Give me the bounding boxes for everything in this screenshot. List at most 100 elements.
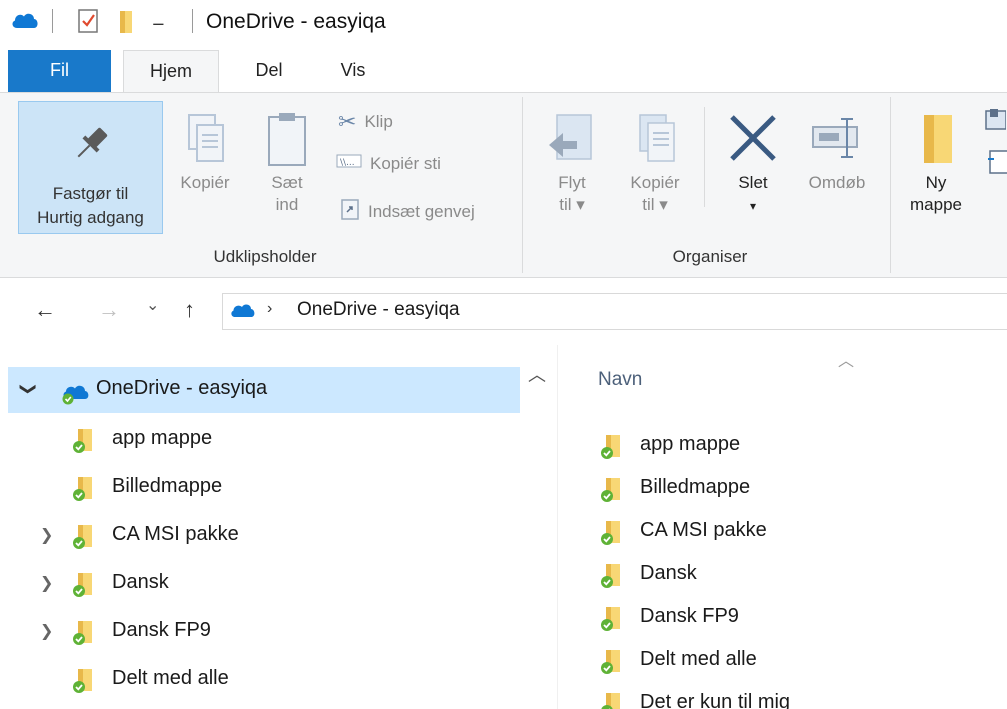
easy-access-icon[interactable] (986, 149, 1007, 180)
move-to-button[interactable]: Flyt til ▾ (540, 111, 604, 217)
nav-item-label: Dansk FP9 (112, 619, 211, 641)
nav-item-label: app mappe (112, 427, 213, 449)
expand-chevron-icon[interactable]: ❯ (19, 382, 39, 395)
navigation-pane-scrollbar[interactable]: ︿ (520, 345, 558, 709)
paste-label-line2: ind (275, 195, 299, 214)
nav-root-label: OneDrive - easyiqa (96, 377, 268, 399)
delete-label-line1: Slet (738, 173, 768, 192)
group-divider (704, 107, 705, 207)
paste-shortcut-button[interactable]: Indsæt genvej (340, 197, 475, 226)
copy-icon (172, 111, 238, 169)
copy-button[interactable]: Kopiér (172, 111, 238, 193)
synced-folder-icon (598, 562, 626, 590)
file-name: Dansk FP9 (640, 605, 739, 627)
sort-ascending-icon: ︿ (838, 353, 855, 370)
title-bar: ⚊ OneDrive - easyiqa (0, 0, 1007, 50)
onedrive-sync-cloud-icon (58, 381, 94, 405)
file-list: ︿ Navn app mappe Billedmappe CA MSI pakk… (558, 345, 1007, 709)
pin-to-quick-access-button[interactable]: Fastgør til Hurtig adgang (18, 101, 163, 234)
synced-folder-icon (598, 433, 626, 461)
list-item[interactable]: Det er kun til mig (558, 683, 1007, 709)
new-folder-button[interactable]: Ny mappe (898, 111, 974, 217)
scroll-up-arrow-icon[interactable]: ︿ (528, 361, 546, 387)
copy-to-label-line2: til ▾ (642, 195, 668, 214)
properties-icon[interactable] (78, 9, 98, 33)
new-folder-icon (898, 111, 974, 169)
onedrive-cloud-icon (10, 10, 40, 30)
paste-button[interactable]: Sæt ind (258, 111, 316, 217)
pin-label-line2: Hurtig adgang (37, 208, 144, 227)
list-item[interactable]: Delt med alle (558, 640, 1007, 683)
new-folder-quick-icon[interactable] (118, 9, 134, 35)
synced-folder-icon (598, 648, 626, 676)
paste-label-line1: Sæt (271, 173, 303, 192)
nav-item-billedmappe[interactable]: Billedmappe (0, 465, 520, 513)
nav-item-onedrive-root[interactable]: ❯ OneDrive - easyiqa (8, 367, 520, 413)
cut-label: Klip (364, 112, 393, 131)
copy-path-button[interactable]: \\... Kopiér sti (336, 153, 441, 174)
list-item[interactable]: app mappe (558, 425, 1007, 468)
nav-item-delt-med-alle[interactable]: Delt med alle (0, 657, 520, 705)
nav-item-label: CA MSI pakke (112, 523, 239, 545)
tab-vis[interactable]: Vis (330, 50, 376, 92)
copy-path-label: Kopiér sti (370, 153, 441, 173)
group-label-clipboard: Udklipsholder (213, 247, 317, 266)
pin-icon (69, 122, 113, 171)
paste-shortcut-label: Indsæt genvej (368, 201, 475, 221)
copy-to-icon (618, 111, 692, 169)
file-name: Det er kun til mig (640, 691, 791, 709)
expand-chevron-icon[interactable]: ❯ (40, 525, 53, 545)
file-name: app mappe (640, 433, 741, 455)
address-box[interactable]: › OneDrive - easyiqa (222, 293, 1007, 330)
navigation-pane: ❯ OneDrive - easyiqa app mappe Billedmap… (0, 345, 520, 709)
copy-to-button[interactable]: Kopiér til ▾ (618, 111, 692, 217)
list-item[interactable]: Billedmappe (558, 468, 1007, 511)
breadcrumb-separator-icon[interactable]: › (267, 300, 272, 318)
delete-label-line2: ▾ (749, 199, 757, 213)
column-header-name[interactable]: Navn (598, 369, 642, 391)
expand-chevron-icon[interactable]: ❯ (40, 621, 53, 641)
delete-x-icon (718, 111, 788, 169)
breadcrumb-onedrive[interactable]: OneDrive - easyiqa (297, 299, 460, 321)
ribbon: Fastgør til Hurtig adgang Kopiér Sæt ind… (0, 92, 1007, 278)
ribbon-tabs: Fil Hjem Del Vis (0, 50, 1007, 93)
forward-arrow-icon[interactable]: → (98, 297, 120, 323)
copy-to-label-line1: Kopiér (630, 173, 680, 192)
nav-item-dansk[interactable]: ❯ Dansk (0, 561, 520, 609)
copy-label: Kopiér (180, 173, 230, 192)
synced-folder-icon (70, 427, 98, 455)
group-divider (890, 97, 891, 273)
list-item[interactable]: Dansk (558, 554, 1007, 597)
synced-folder-icon (598, 605, 626, 633)
scissors-icon: ✂ (338, 109, 357, 134)
nav-item-label: Dansk (112, 571, 169, 593)
customize-toolbar-dropdown-icon[interactable]: ⚊ (152, 12, 165, 29)
group-label-organize: Organiser (672, 247, 748, 266)
svg-text:\\...: \\... (340, 158, 355, 168)
move-to-label-line1: Flyt (558, 173, 586, 192)
delete-button[interactable]: Slet ▾ (718, 111, 788, 218)
tab-hjem[interactable]: Hjem (123, 50, 219, 93)
window-title: OneDrive - easyiqa (206, 10, 386, 33)
rename-button[interactable]: Omdøb (798, 111, 876, 193)
nav-item-app-mappe[interactable]: app mappe (0, 417, 520, 465)
file-name: Billedmappe (640, 476, 751, 498)
file-name: CA MSI pakke (640, 519, 767, 541)
expand-chevron-icon[interactable]: ❯ (40, 573, 53, 593)
recent-locations-chevron-icon[interactable]: ⌄ (146, 295, 159, 315)
tab-fil[interactable]: Fil (8, 50, 111, 92)
back-arrow-icon[interactable]: ← (34, 297, 56, 323)
rename-icon (798, 111, 876, 169)
cut-button[interactable]: ✂ Klip (338, 109, 393, 135)
list-item[interactable]: Dansk FP9 (558, 597, 1007, 640)
nav-item-label: Billedmappe (112, 475, 223, 497)
tab-del[interactable]: Del (245, 50, 293, 92)
nav-item-dansk-fp9[interactable]: ❯ Dansk FP9 (0, 609, 520, 657)
group-divider (522, 97, 523, 273)
list-item[interactable]: CA MSI pakke (558, 511, 1007, 554)
new-item-icon[interactable] (984, 107, 1007, 138)
move-to-icon (540, 111, 604, 169)
copy-path-icon: \\... (336, 153, 362, 174)
nav-item-ca-msi-pakke[interactable]: ❯ CA MSI pakke (0, 513, 520, 561)
up-arrow-icon[interactable]: ↑ (184, 297, 195, 323)
